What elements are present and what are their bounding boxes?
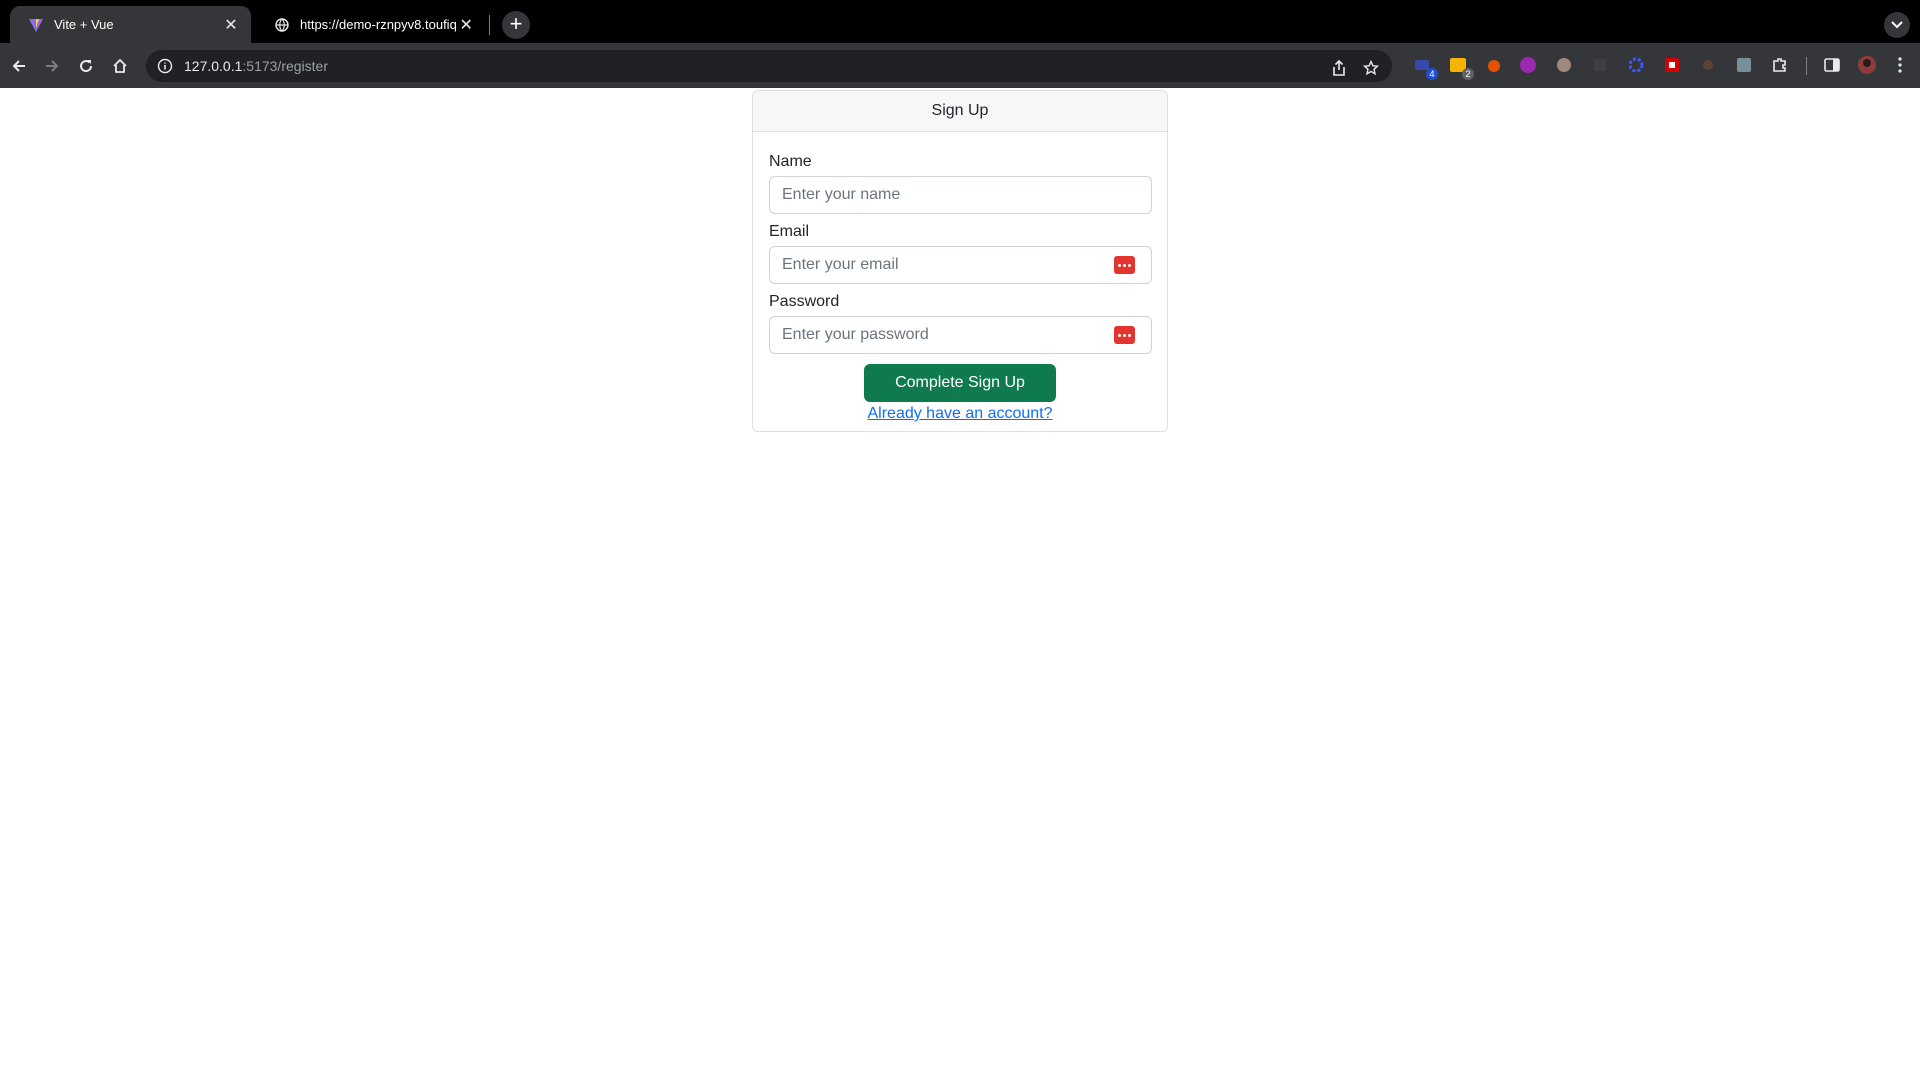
- close-tab-icon[interactable]: ✕: [456, 15, 476, 35]
- submit-row: Complete Sign Up: [769, 364, 1151, 402]
- new-tab-button[interactable]: +: [502, 11, 530, 39]
- home-icon: [113, 58, 127, 73]
- card-header: Sign Up: [753, 91, 1167, 132]
- login-link[interactable]: Already have an account?: [867, 405, 1052, 422]
- email-label: Email: [769, 223, 810, 240]
- name-input[interactable]: [769, 176, 1152, 214]
- bookmark-star-icon[interactable]: [1360, 57, 1382, 79]
- password-manager-icon[interactable]: [1114, 326, 1135, 344]
- login-link-row: Already have an account?: [769, 405, 1151, 423]
- more-menu-icon[interactable]: [1888, 53, 1912, 77]
- extensions-puzzle-icon[interactable]: [1768, 53, 1792, 77]
- back-button[interactable]: [4, 51, 34, 81]
- extension-7-icon[interactable]: [1624, 53, 1648, 77]
- extension-6-icon[interactable]: [1588, 53, 1612, 77]
- reload-button[interactable]: [71, 51, 101, 81]
- tab-search-button[interactable]: [1884, 12, 1910, 38]
- tab-title: Vite + Vue: [54, 17, 114, 32]
- extension-4-icon[interactable]: [1516, 53, 1540, 77]
- close-tab-icon[interactable]: ✕: [221, 15, 241, 35]
- extension-2-icon[interactable]: 2: [1446, 53, 1474, 80]
- reload-icon: [80, 60, 93, 73]
- email-field-wrapper: [769, 246, 1152, 284]
- tab-demo-site[interactable]: https://demo-rznpyv8.toufiq. ✕: [256, 6, 486, 43]
- home-button[interactable]: [105, 51, 135, 81]
- site-info-icon[interactable]: [157, 58, 173, 74]
- side-panel-icon[interactable]: [1820, 53, 1844, 77]
- password-label: Password: [769, 293, 840, 310]
- tab-separator: [489, 15, 490, 35]
- url-path: :5173/register: [242, 58, 328, 74]
- extension-10-icon[interactable]: [1732, 53, 1756, 77]
- password-input[interactable]: [769, 316, 1152, 354]
- extension-3-icon[interactable]: [1482, 53, 1506, 77]
- url-host: 127.0.0.1: [184, 58, 243, 74]
- tab-vite-vue[interactable]: Vite + Vue ✕: [10, 6, 251, 43]
- forward-button[interactable]: [37, 51, 67, 81]
- extension-8-icon[interactable]: [1660, 53, 1684, 77]
- complete-signup-button[interactable]: Complete Sign Up: [864, 364, 1056, 402]
- signup-card: Sign Up Name Email Password Complete Sig…: [752, 90, 1168, 432]
- browser-tab-strip: Vite + Vue ✕ https://demo-rznpyv8.toufiq…: [0, 0, 1920, 43]
- extension-badge: 4: [1426, 68, 1438, 80]
- extension-1-icon[interactable]: 4: [1410, 53, 1438, 80]
- chevron-down-icon: [1891, 21, 1903, 29]
- tab-title: https://demo-rznpyv8.toufiq.: [300, 17, 457, 32]
- extension-badge: 2: [1462, 68, 1474, 80]
- name-label: Name: [769, 153, 812, 170]
- email-input[interactable]: [769, 246, 1152, 284]
- address-bar[interactable]: 127.0.0.1:5173/register: [146, 50, 1392, 82]
- extension-5-icon[interactable]: [1552, 53, 1576, 77]
- vite-logo-icon: [28, 17, 44, 33]
- password-field-wrapper: [769, 316, 1152, 354]
- toolbar-separator: [1806, 57, 1807, 75]
- browser-toolbar: 127.0.0.1:5173/register 4 2: [0, 43, 1920, 88]
- page-content: Sign Up Name Email Password Complete Sig…: [0, 88, 1920, 1080]
- arrow-right-icon: [46, 60, 59, 72]
- profile-avatar[interactable]: [1855, 53, 1879, 77]
- globe-icon: [274, 17, 290, 33]
- name-field-wrapper: [769, 176, 1152, 214]
- arrow-left-icon: [12, 60, 25, 72]
- password-manager-icon[interactable]: [1114, 256, 1135, 274]
- share-icon[interactable]: [1328, 57, 1350, 79]
- signup-form: Name Email Password Complete Sign Up Alr…: [753, 132, 1167, 423]
- extension-9-icon[interactable]: [1696, 53, 1720, 77]
